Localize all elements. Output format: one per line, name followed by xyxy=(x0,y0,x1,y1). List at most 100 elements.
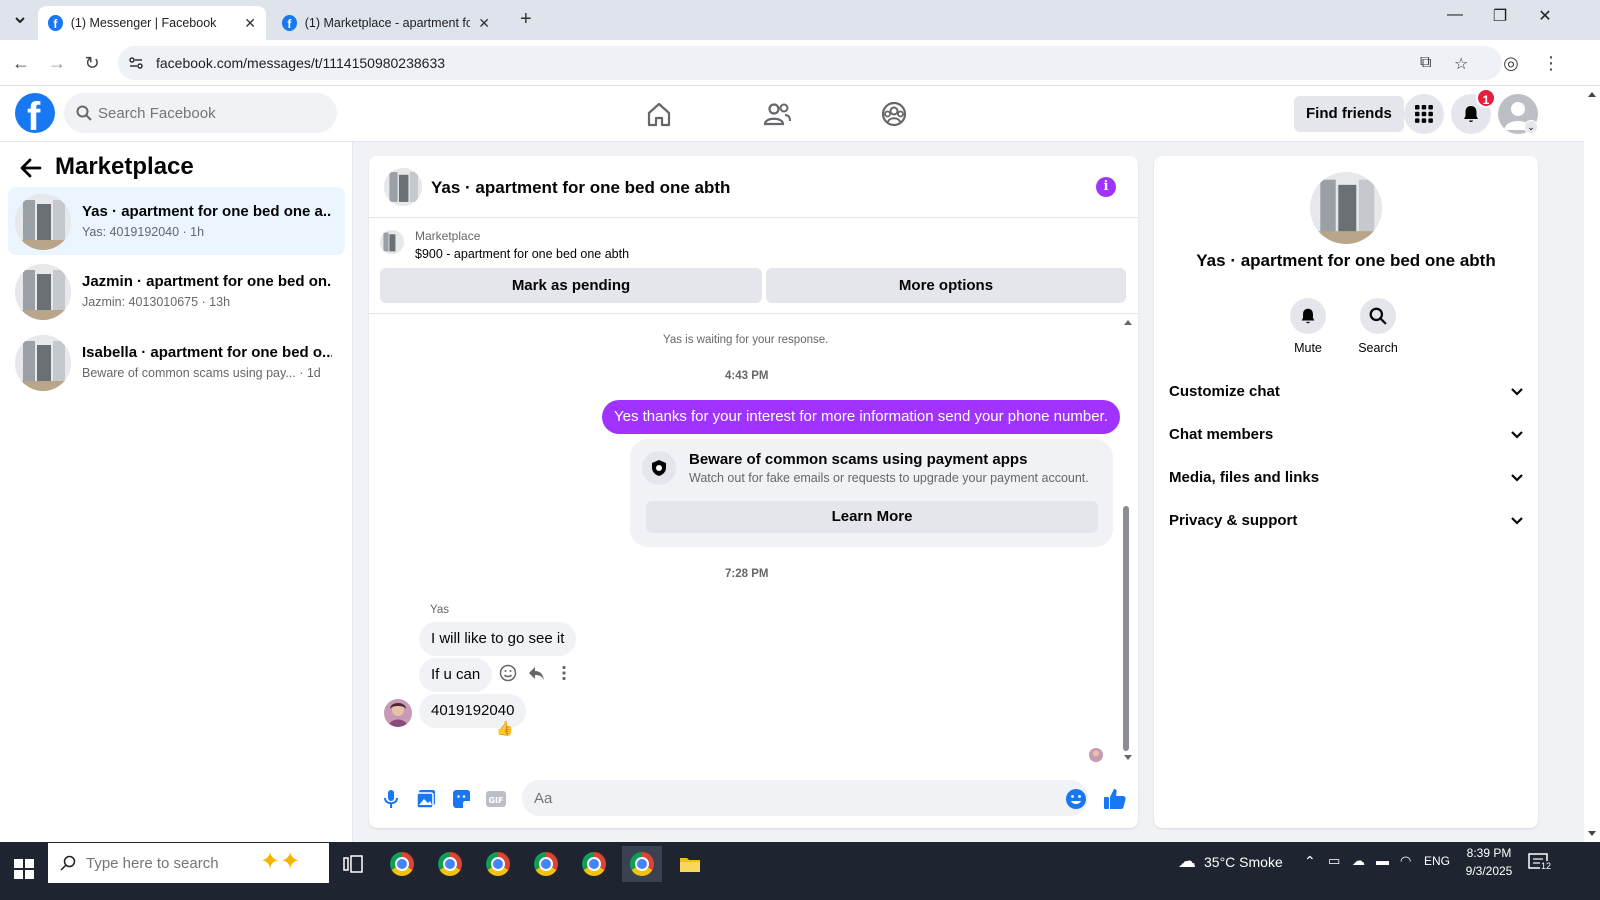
sticker-icon[interactable] xyxy=(449,787,473,811)
incoming-message[interactable]: I will like to go see it xyxy=(419,622,577,656)
listing-price[interactable]: $900 - apartment for one bed one abth xyxy=(415,247,629,261)
section-label: Privacy & support xyxy=(1169,512,1298,529)
restore-button[interactable]: ❐ xyxy=(1485,6,1515,26)
media-files-links-section[interactable]: Media, files and links xyxy=(1169,460,1524,496)
message-actions xyxy=(499,664,573,682)
reload-button[interactable]: ↻ xyxy=(81,52,103,74)
conversation-preview: Beware of common scams using pay... · 1d xyxy=(82,366,321,380)
taskbar-search-input[interactable] xyxy=(86,843,256,883)
scam-description: Watch out for fake emails or requests to… xyxy=(689,471,1089,485)
onedrive-icon[interactable]: ☁ xyxy=(1352,853,1365,869)
emoji-icon[interactable] xyxy=(1064,787,1088,811)
facebook-search[interactable] xyxy=(64,93,337,133)
mark-as-pending-button[interactable]: Mark as pending xyxy=(380,268,762,303)
notification-center-icon[interactable]: 12 xyxy=(1528,852,1553,872)
chat-info-name: Yas · apartment for one bed one abth xyxy=(1196,251,1496,270)
customize-chat-section[interactable]: Customize chat xyxy=(1169,374,1524,410)
facebook-logo[interactable]: f xyxy=(15,93,55,133)
marketplace-label: Marketplace xyxy=(415,229,481,243)
mute-button[interactable]: Mute xyxy=(1278,298,1338,355)
microphone-icon[interactable] xyxy=(379,787,403,811)
file-explorer-icon[interactable] xyxy=(670,846,710,882)
conversation-item[interactable]: Yas · apartment for one bed one a... Yas… xyxy=(8,187,345,255)
more-options-button[interactable]: More options xyxy=(766,268,1126,303)
site-info-icon[interactable] xyxy=(128,55,144,71)
find-friends-button[interactable]: Find friends xyxy=(1294,96,1404,132)
mute-label: Mute xyxy=(1294,341,1322,355)
conversation-item[interactable]: Jazmin · apartment for one bed on... Jaz… xyxy=(8,257,345,325)
close-window-button[interactable]: ✕ xyxy=(1530,6,1560,26)
message-list: Yas is waiting for your response. 4:43 P… xyxy=(369,314,1138,764)
scroll-down-icon[interactable] xyxy=(1123,754,1133,762)
chrome-taskbar-icon-active[interactable] xyxy=(622,846,662,882)
profile-icon[interactable]: ◎ xyxy=(1500,52,1522,74)
chat-info-avatar[interactable] xyxy=(1310,172,1382,244)
chrome-taskbar-icon[interactable] xyxy=(430,846,470,882)
address-bar[interactable]: facebook.com/messages/t/1114150980238633… xyxy=(118,46,1502,80)
page-scrollbar[interactable] xyxy=(1584,86,1600,842)
incoming-message[interactable]: If u can xyxy=(419,658,493,692)
listing-thumbnail[interactable] xyxy=(380,230,404,254)
task-view-icon[interactable] xyxy=(333,846,373,882)
weather-text[interactable]: 35°C Smoke xyxy=(1204,854,1283,870)
tab-search-dropdown[interactable] xyxy=(8,8,32,32)
weather-icon[interactable]: ☁ xyxy=(1178,851,1196,872)
search-in-chat-button[interactable]: Search xyxy=(1348,298,1408,355)
thumbs-up-reaction[interactable]: 👍 xyxy=(496,720,513,737)
battery-icon[interactable]: ▬ xyxy=(1376,853,1389,868)
account-chevron-icon[interactable]: ⌄ xyxy=(1524,120,1538,134)
message-input[interactable] xyxy=(522,780,1088,816)
chat-members-section[interactable]: Chat members xyxy=(1169,417,1524,453)
photo-icon[interactable] xyxy=(414,787,438,811)
learn-more-button[interactable]: Learn More xyxy=(646,501,1098,533)
chrome-taskbar-icon[interactable] xyxy=(478,846,518,882)
scroll-up-icon[interactable] xyxy=(1587,90,1597,98)
chat-title[interactable]: Yas · apartment for one bed one abth xyxy=(431,178,730,198)
close-tab-icon[interactable]: ✕ xyxy=(244,15,256,32)
groups-nav-icon[interactable] xyxy=(876,96,912,132)
gif-icon[interactable]: GIF xyxy=(484,787,508,811)
more-vertical-icon[interactable] xyxy=(555,664,573,682)
browser-toolbar: ← → ↻ facebook.com/messages/t/1114150980… xyxy=(0,40,1600,86)
tab-marketplace[interactable]: f (1) Marketplace - apartment for ✕ xyxy=(272,6,500,40)
outgoing-message[interactable]: Yes thanks for your interest for more in… xyxy=(602,400,1120,434)
back-arrow-icon[interactable] xyxy=(20,158,42,178)
menu-grid-button[interactable] xyxy=(1404,94,1444,134)
scroll-up-icon[interactable] xyxy=(1123,318,1133,326)
clock-date[interactable]: 9/3/2025 xyxy=(1456,864,1522,878)
info-icon[interactable]: i xyxy=(1096,177,1116,197)
back-button[interactable]: ← xyxy=(10,52,32,74)
language-indicator[interactable]: ENG xyxy=(1424,854,1450,868)
wifi-icon[interactable]: ◠ xyxy=(1400,853,1411,869)
tab-messenger[interactable]: f (1) Messenger | Facebook ✕ xyxy=(38,6,266,40)
chrome-taskbar-icon[interactable] xyxy=(526,846,566,882)
chat-scrollbar-thumb[interactable] xyxy=(1123,506,1129,751)
friends-nav-icon[interactable] xyxy=(759,96,795,132)
chrome-taskbar-icon[interactable] xyxy=(574,846,614,882)
scroll-down-icon[interactable] xyxy=(1587,830,1597,838)
bookmark-star-icon[interactable]: ☆ xyxy=(1454,54,1468,74)
clock-time[interactable]: 8:39 PM xyxy=(1456,846,1522,860)
browser-menu-icon[interactable]: ⋮ xyxy=(1540,52,1562,74)
conversation-item[interactable]: Isabella · apartment for one bed o... Be… xyxy=(8,328,345,396)
windows-start-icon[interactable] xyxy=(14,859,34,879)
forward-button[interactable]: → xyxy=(46,52,68,74)
show-hidden-icons[interactable]: ⌃ xyxy=(1304,853,1316,870)
chrome-taskbar-icon[interactable] xyxy=(382,846,422,882)
scam-warning-card: Beware of common scams using payment app… xyxy=(630,439,1113,547)
privacy-support-section[interactable]: Privacy & support xyxy=(1169,503,1524,539)
sender-avatar[interactable] xyxy=(384,699,412,727)
new-tab-button[interactable]: + xyxy=(520,8,532,31)
search-input[interactable] xyxy=(98,93,328,133)
close-tab-icon[interactable]: ✕ xyxy=(478,15,490,32)
install-app-icon[interactable]: ⧉ xyxy=(1420,54,1431,72)
taskbar-search[interactable]: ✦✦ xyxy=(48,843,329,883)
chat-avatar[interactable] xyxy=(384,168,422,206)
like-thumbs-up-icon[interactable] xyxy=(1103,787,1127,811)
minimize-button[interactable]: — xyxy=(1440,6,1470,24)
read-receipt-avatar xyxy=(1089,748,1103,762)
reply-icon[interactable] xyxy=(527,664,545,682)
home-nav-icon[interactable] xyxy=(641,96,677,132)
react-emoji-icon[interactable] xyxy=(499,664,517,682)
meet-now-icon[interactable]: ▭ xyxy=(1328,853,1340,869)
